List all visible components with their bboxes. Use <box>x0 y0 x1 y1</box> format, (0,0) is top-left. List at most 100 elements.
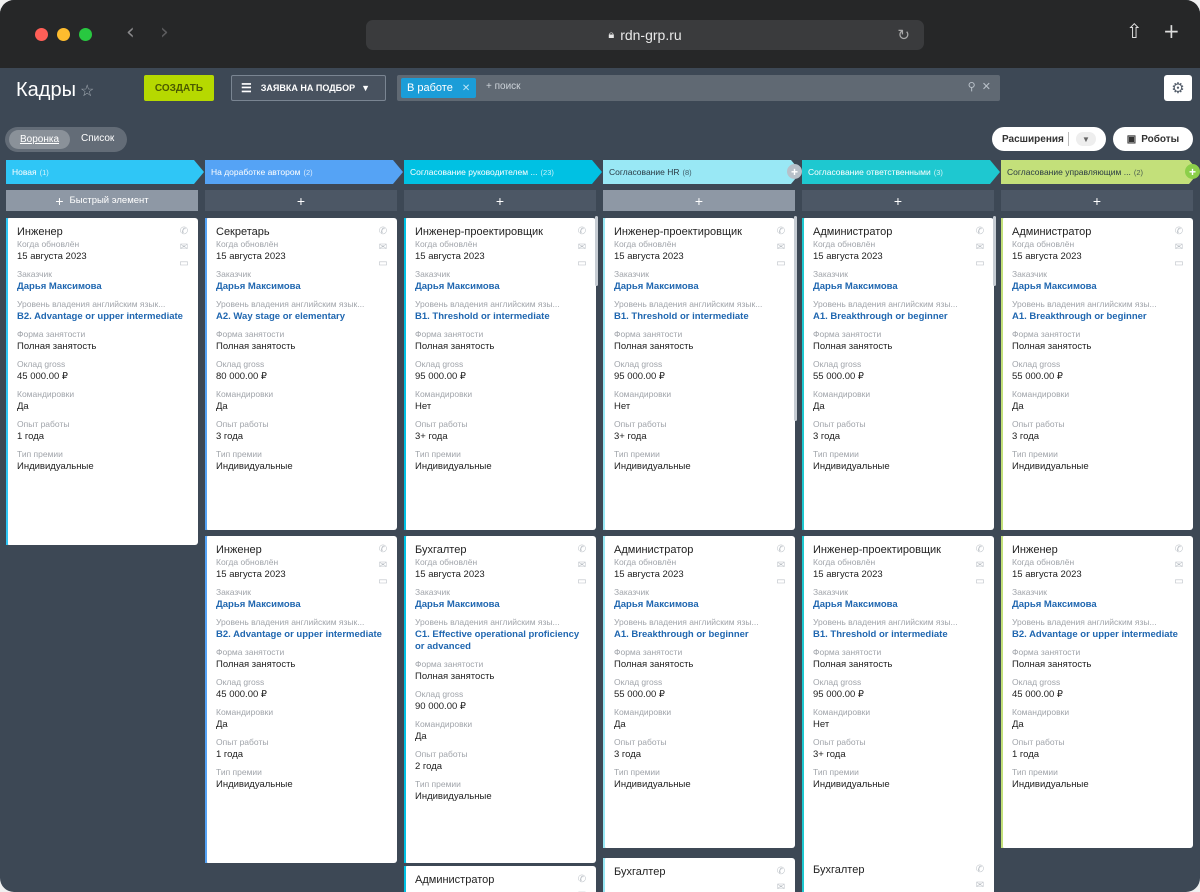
share-icon[interactable]: ⇧ <box>1126 19 1143 43</box>
deal-card[interactable]: Инженер Когда обновлён 15 августа 2023 Зака… <box>6 218 198 545</box>
card-title-link[interactable]: Администратор <box>1012 226 1182 238</box>
card-title-link[interactable]: Бухгалтер <box>415 544 585 556</box>
deal-card[interactable]: Секретарь Когда обновлён 15 августа 2023 За… <box>205 218 397 530</box>
deal-card[interactable]: Инженер Когда обновлён 15 августа 2023 Зака… <box>205 536 397 863</box>
phone-icon[interactable]: ✆ <box>576 224 588 240</box>
extensions-button[interactable]: Расширения ▼ <box>992 127 1106 151</box>
customer-link[interactable]: Дарья Максимова <box>1012 281 1182 293</box>
phone-icon[interactable]: ✆ <box>377 542 389 558</box>
chat-icon[interactable]: ▭ <box>576 256 588 272</box>
card-title-link[interactable]: Администратор <box>614 544 784 556</box>
card-title-link[interactable]: Секретарь <box>216 226 386 238</box>
mail-icon[interactable]: ✉ <box>775 240 787 256</box>
chat-icon[interactable]: ▭ <box>775 256 787 272</box>
customer-link[interactable]: Дарья Максимова <box>216 281 386 293</box>
mail-icon[interactable]: ✉ <box>576 240 588 256</box>
search-input[interactable]: + поиск <box>486 81 521 92</box>
view-funnel-tab[interactable]: Воронка <box>9 130 70 149</box>
favorite-star-icon[interactable]: ☆ <box>80 81 94 101</box>
stage-header[interactable]: Новая (1) <box>6 160 204 184</box>
phone-icon[interactable]: ✆ <box>1173 542 1185 558</box>
mail-icon[interactable]: ✉ <box>974 240 986 256</box>
search-icon[interactable]: ⚲︎ ✕ <box>968 80 991 93</box>
quick-add-button[interactable]: + <box>603 190 795 211</box>
robots-button[interactable]: ▣ Роботы <box>1113 127 1193 151</box>
mail-icon[interactable]: ✉ <box>576 558 588 574</box>
deal-card[interactable]: Инженер-проектировщик Когда обновлён 15 ав… <box>404 218 596 530</box>
chat-icon[interactable]: ▭ <box>576 574 588 590</box>
customer-link[interactable]: Дарья Максимова <box>415 281 585 293</box>
forward-icon[interactable]: › <box>160 20 169 45</box>
card-title-link[interactable]: Инженер <box>216 544 386 556</box>
mail-icon[interactable]: ✉ <box>377 558 389 574</box>
card-title-link[interactable]: Инженер-проектировщик <box>614 226 784 238</box>
customer-link[interactable]: Дарья Максимова <box>1012 599 1182 611</box>
deal-card[interactable]: Администратор Когда обновлён 15 августа 20… <box>802 218 994 530</box>
deal-card[interactable]: Инженер-проектировщик Когда обновлён 15 ав… <box>603 218 795 530</box>
chat-icon[interactable]: ▭ <box>1173 574 1185 590</box>
remove-chip-icon[interactable]: ✕ <box>462 83 470 94</box>
phone-icon[interactable]: ✆ <box>178 224 190 240</box>
stage-header[interactable]: Согласование управляющим ... (2) <box>1001 160 1199 184</box>
phone-icon[interactable]: ✆ <box>974 542 986 558</box>
add-stage-icon[interactable]: + <box>787 164 802 179</box>
filter-chip[interactable]: В работе ✕ <box>401 78 477 98</box>
customer-link[interactable]: Дарья Максимова <box>415 599 585 611</box>
phone-icon[interactable]: ✆ <box>576 872 588 888</box>
card-title-link[interactable]: Инженер-проектировщик <box>813 544 983 556</box>
stage-header[interactable]: Согласование HR (8) <box>603 160 801 184</box>
card-title-link[interactable]: Бухгалтер <box>614 866 784 878</box>
phone-icon[interactable]: ✆ <box>775 864 787 880</box>
settings-gear-button[interactable]: ⚙︎ <box>1164 75 1192 101</box>
stage-header[interactable]: Согласование ответственными (3) <box>802 160 1000 184</box>
card-title-link[interactable]: Администратор <box>415 874 585 886</box>
chat-icon[interactable]: ▭ <box>377 574 389 590</box>
address-bar[interactable]: 🔒︎ rdn-grp.ru ↻ <box>366 20 924 50</box>
mail-icon[interactable]: ✉ <box>1173 240 1185 256</box>
reload-icon[interactable]: ↻ <box>897 26 910 44</box>
new-tab-icon[interactable]: + <box>1163 19 1180 43</box>
phone-icon[interactable]: ✆ <box>1173 224 1185 240</box>
mail-icon[interactable]: ✉ <box>1173 558 1185 574</box>
view-list-tab[interactable]: Список <box>81 133 114 144</box>
mail-icon[interactable]: ✉ <box>775 558 787 574</box>
card-title-link[interactable]: Инженер <box>17 226 187 238</box>
phone-icon[interactable]: ✆ <box>974 862 986 878</box>
add-stage-icon[interactable]: + <box>1185 164 1200 179</box>
stage-header[interactable]: Согласование руководителем ... (23) <box>404 160 602 184</box>
phone-icon[interactable]: ✆ <box>775 542 787 558</box>
customer-link[interactable]: Дарья Максимова <box>813 281 983 293</box>
column-scrollbar[interactable] <box>794 216 797 421</box>
chat-icon[interactable]: ▭ <box>1173 256 1185 272</box>
chat-icon[interactable]: ▭ <box>974 256 986 272</box>
chevron-down-icon[interactable]: ▼ <box>1076 132 1096 146</box>
customer-link[interactable]: Дарья Максимова <box>614 281 784 293</box>
phone-icon[interactable]: ✆ <box>775 224 787 240</box>
column-scrollbar[interactable] <box>993 216 996 286</box>
chat-icon[interactable]: ▭ <box>775 574 787 590</box>
mail-icon[interactable]: ✉ <box>974 878 986 892</box>
close-window-button[interactable] <box>35 28 48 41</box>
quick-add-button[interactable]: + <box>1001 190 1193 211</box>
card-title-link[interactable]: Администратор <box>813 226 983 238</box>
quick-add-button[interactable]: + <box>205 190 397 211</box>
back-icon[interactable]: ‹ <box>126 20 135 45</box>
card-title-link[interactable]: Инженер <box>1012 544 1182 556</box>
search-filter-box[interactable]: В работе ✕ + поиск ⚲︎ ✕ <box>397 75 1000 101</box>
phone-icon[interactable]: ✆ <box>377 224 389 240</box>
deal-card[interactable]: Бухгалтер Когда обновлён 15 августа 2023 За… <box>404 536 596 863</box>
customer-link[interactable]: Дарья Максимова <box>813 599 983 611</box>
mail-icon[interactable]: ✉ <box>377 240 389 256</box>
chat-icon[interactable]: ▭ <box>377 256 389 272</box>
card-title-link[interactable]: Бухгалтер <box>813 864 983 876</box>
deal-card[interactable]: Администратор✆✉▭ <box>404 866 596 892</box>
deal-card[interactable]: Инженер Когда обновлён 15 августа 2023 Зака… <box>1001 536 1193 848</box>
quick-add-button[interactable]: + <box>802 190 994 211</box>
customer-link[interactable]: Дарья Максимова <box>614 599 784 611</box>
deal-card[interactable]: Инженер-проектировщик Когда обновлён 15 ав… <box>802 536 994 863</box>
stage-header[interactable]: На доработке автором (2) <box>205 160 403 184</box>
filter-category-button[interactable]: ☰ ЗАЯВКА НА ПОДБОР ▼ <box>231 75 386 101</box>
deal-card[interactable]: Администратор Когда обновлён 15 августа 20… <box>1001 218 1193 530</box>
zoom-window-button[interactable] <box>79 28 92 41</box>
minimize-window-button[interactable] <box>57 28 70 41</box>
